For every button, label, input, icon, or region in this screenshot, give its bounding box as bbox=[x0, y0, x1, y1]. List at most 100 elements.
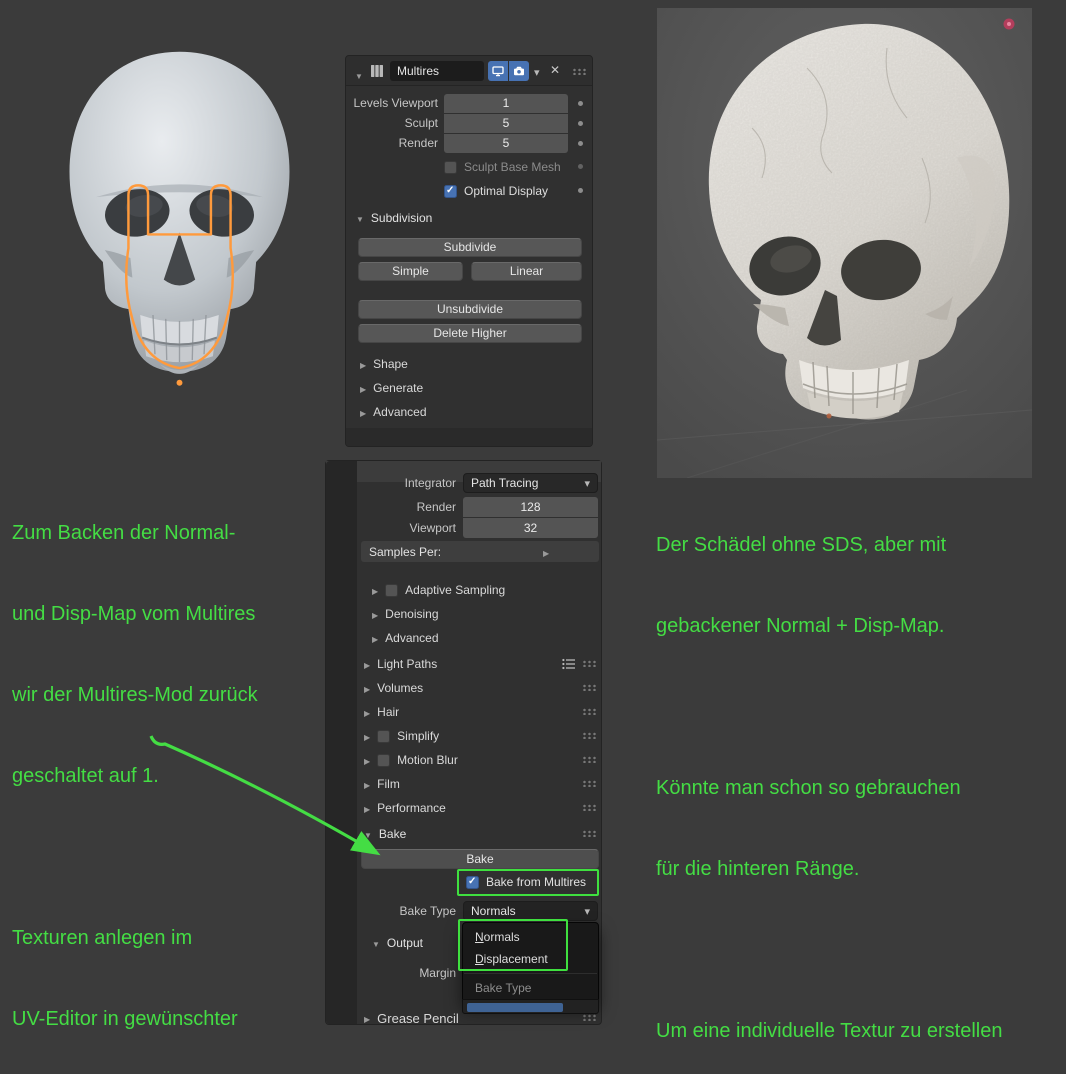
section-label: Light Paths bbox=[377, 657, 438, 671]
advanced-label: Advanced bbox=[373, 405, 427, 419]
sculpt-base-mesh-checkbox[interactable] bbox=[444, 160, 457, 174]
annotation-line: Der Schädel ohne SDS, aber mit bbox=[656, 534, 947, 556]
subdivide-button[interactable]: Subdivide bbox=[358, 238, 582, 257]
section-label: Volumes bbox=[377, 681, 424, 695]
bake-type-value: Normals bbox=[471, 904, 516, 918]
collapsed-arrow-icon bbox=[372, 583, 378, 597]
subdivide-linear-button[interactable]: Linear bbox=[471, 262, 582, 281]
collapsed-arrow-icon bbox=[364, 657, 370, 671]
dropdown-chevron-icon bbox=[584, 904, 590, 918]
integrator-value: Path Tracing bbox=[471, 476, 539, 490]
output-panel-title: Output bbox=[386, 936, 423, 950]
keyframe-dot[interactable] bbox=[578, 164, 583, 169]
skull-render-viewport[interactable] bbox=[657, 8, 1032, 478]
generate-panel-header[interactable]: Generate bbox=[360, 378, 423, 398]
section-hair[interactable]: Hair bbox=[364, 701, 574, 723]
skull-front-viewport[interactable] bbox=[42, 38, 317, 426]
drag-handle-icon[interactable] bbox=[582, 756, 598, 763]
modifier-drag-handle-icon[interactable] bbox=[572, 68, 588, 75]
drag-handle-icon[interactable] bbox=[582, 830, 598, 837]
monitor-icon bbox=[492, 66, 504, 77]
collapsed-arrow-icon bbox=[364, 1011, 370, 1025]
shape-panel-header[interactable]: Shape bbox=[360, 354, 408, 374]
samples-render-field[interactable]: 128 bbox=[463, 497, 598, 517]
expand-arrow-icon bbox=[543, 543, 549, 561]
section-denoising[interactable]: Denoising bbox=[372, 603, 582, 625]
integrator-label: Integrator bbox=[404, 476, 456, 490]
panel-footer bbox=[346, 428, 592, 446]
section-light-paths[interactable]: Light Paths bbox=[364, 653, 560, 675]
generate-label: Generate bbox=[373, 381, 424, 395]
annotation-line bbox=[656, 937, 1066, 964]
collapsed-arrow-icon bbox=[360, 405, 366, 419]
advanced-panel-header[interactable]: Advanced bbox=[360, 402, 427, 422]
samples-render-label: Render bbox=[416, 500, 456, 514]
modifier-expand-icon[interactable] bbox=[355, 66, 363, 84]
section-adaptive-sampling[interactable]: Adaptive Sampling bbox=[372, 579, 582, 601]
keyframe-dot[interactable] bbox=[578, 101, 583, 106]
axis-gizmo[interactable] bbox=[1003, 18, 1015, 30]
delete-higher-button[interactable]: Delete Higher bbox=[358, 324, 582, 343]
keyframe-dot[interactable] bbox=[578, 141, 583, 146]
display-render-toggle[interactable] bbox=[509, 61, 529, 81]
drag-handle-icon[interactable] bbox=[582, 1014, 598, 1021]
drag-handle-icon[interactable] bbox=[582, 732, 598, 739]
subdivide-simple-button[interactable]: Simple bbox=[358, 262, 463, 281]
subdivision-panel-header[interactable]: Subdivision bbox=[356, 208, 432, 228]
menu-option-displacement[interactable]: Displacement bbox=[463, 948, 598, 970]
samples-per-bar[interactable]: Samples Per: bbox=[361, 541, 599, 562]
bake-from-multires-checkbox[interactable] bbox=[466, 875, 479, 889]
section-label: Grease Pencil bbox=[377, 1010, 459, 1026]
optimal-display-label: Optimal Display bbox=[464, 184, 549, 198]
modifier-properties-editor: Multires ✕ Levels Viewport 1 Sculpt 5 Re… bbox=[345, 55, 593, 447]
unsubdivide-button[interactable]: Unsubdivide bbox=[358, 300, 582, 319]
integrator-dropdown[interactable]: Path Tracing bbox=[463, 473, 598, 493]
expanded-arrow-icon bbox=[372, 936, 380, 950]
annotation-line: UV-Editor in gewünschter bbox=[12, 1008, 238, 1030]
samples-viewport-field[interactable]: 32 bbox=[463, 518, 598, 538]
collapsed-arrow-icon bbox=[360, 381, 366, 395]
origin-dot bbox=[176, 379, 183, 386]
origin-dot bbox=[826, 413, 832, 419]
keyframe-dot[interactable] bbox=[578, 121, 583, 126]
modifier-extras-dropdown-icon[interactable] bbox=[534, 63, 540, 81]
section-volumes[interactable]: Volumes bbox=[364, 677, 574, 699]
samples-per-label: Samples Per: bbox=[369, 544, 442, 559]
modifier-name-field[interactable]: Multires bbox=[390, 61, 484, 81]
menu-option-normals[interactable]: Normals bbox=[463, 926, 598, 948]
section-advanced[interactable]: Advanced bbox=[372, 627, 582, 649]
menu-tooltip-partial bbox=[462, 999, 599, 1014]
collapsed-arrow-icon bbox=[364, 705, 370, 719]
annotation-line: gebackener Normal + Disp-Map. bbox=[656, 615, 945, 637]
drag-handle-icon[interactable] bbox=[582, 804, 598, 811]
output-panel-header[interactable]: Output bbox=[372, 933, 423, 953]
levels-sculpt-field[interactable]: 5 bbox=[444, 114, 568, 133]
drag-handle-icon[interactable] bbox=[582, 660, 598, 667]
section-label: Denoising bbox=[385, 607, 439, 621]
collapsed-arrow-icon bbox=[360, 357, 366, 371]
bake-type-dropdown[interactable]: Normals bbox=[463, 901, 598, 921]
annotation-line: für die hinteren Ränge. bbox=[656, 858, 860, 880]
section-label: Advanced bbox=[385, 631, 439, 645]
presets-icon[interactable] bbox=[562, 658, 576, 670]
annotation-line: Könnte man schon so gebrauchen bbox=[656, 777, 961, 799]
levels-sculpt-label: Sculpt bbox=[404, 116, 438, 130]
annotation-line bbox=[656, 694, 1066, 721]
section-label: Hair bbox=[377, 705, 400, 719]
margin-label: Margin bbox=[419, 966, 456, 980]
adaptive-sampling-checkbox[interactable] bbox=[385, 583, 399, 597]
annotation-line: und Disp-Map vom Multires bbox=[12, 603, 256, 625]
levels-render-field[interactable]: 5 bbox=[444, 134, 568, 153]
levels-viewport-field[interactable]: 1 bbox=[444, 94, 568, 113]
drag-handle-icon[interactable] bbox=[582, 708, 598, 715]
sculpt-base-mesh-label: Sculpt Base Mesh bbox=[464, 160, 561, 174]
drag-handle-icon[interactable] bbox=[582, 780, 598, 787]
drag-handle-icon[interactable] bbox=[582, 684, 598, 691]
annotation-line: Zum Backen der Normal- bbox=[12, 522, 236, 544]
optimal-display-checkbox[interactable] bbox=[444, 184, 457, 198]
delete-modifier-button[interactable]: ✕ bbox=[550, 63, 560, 77]
display-viewport-toggle[interactable] bbox=[488, 61, 508, 81]
keyframe-dot[interactable] bbox=[578, 188, 583, 193]
levels-viewport-label: Levels Viewport bbox=[353, 96, 439, 110]
collapsed-arrow-icon bbox=[372, 607, 378, 621]
